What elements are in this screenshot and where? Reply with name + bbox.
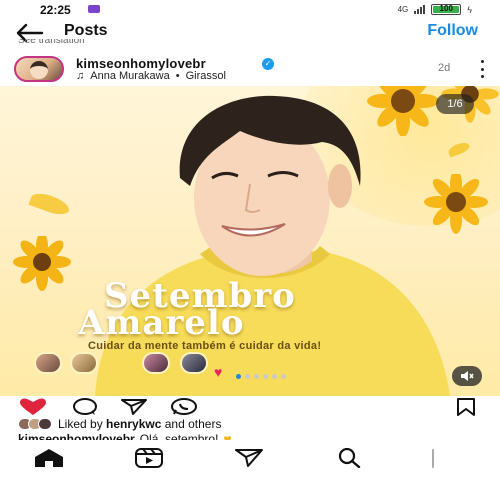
carousel-dot [263,374,268,379]
liker-avatars [18,417,52,431]
music-title: Girassol [185,70,226,82]
likes-summary[interactable]: Liked by henrykwc and others [18,417,221,431]
music-info[interactable]: ♫ Anna Murakawa • Girassol [76,70,226,82]
reels-icon[interactable] [134,448,164,473]
carousel-dot [281,374,286,379]
bolt-icon: ϟ [467,4,472,15]
media-subtitle: Cuidar da mente também é cuidar da vida! [88,340,322,352]
bottom-navigation [0,440,500,480]
likes-prefix: Liked by [58,417,103,431]
more-vertical-icon[interactable] [478,60,486,78]
speaker-muted-icon [461,371,474,381]
messages-send-icon[interactable] [234,448,264,473]
status-indicators: 4G 100 ϟ [398,4,472,15]
carousel-dot [254,374,259,379]
battery-icon: 100 [431,4,462,15]
headline-line-2: Amarelo [78,303,245,343]
mute-button[interactable] [452,366,482,386]
carousel-counter: 1/6 [436,94,474,114]
heart-sticker-icon: ♥ [214,364,223,380]
see-translation-link[interactable]: See translation [18,39,85,47]
tag-avatar[interactable] [34,352,62,374]
search-icon[interactable] [334,447,364,473]
post-header: kimseonhomylovebr ✓ ♫ Anna Murakawa • Gi… [0,54,500,86]
carousel-dot-active [236,374,241,379]
carousel-dot [245,374,250,379]
tag-avatar[interactable] [180,352,208,374]
tag-avatar[interactable] [70,352,98,374]
bookmark-icon[interactable] [454,398,478,421]
music-separator: • [175,70,180,82]
home-icon[interactable] [32,448,66,473]
network-type: 4G [397,5,409,14]
music-note-icon: ♫ [76,70,85,82]
app-notification-icon [88,5,100,13]
post-media[interactable]: 1/6 Setembro Amarelo Cuidar da mente tam… [0,86,500,396]
post-age: 2d [438,62,451,74]
verified-badge-icon: ✓ [262,58,274,70]
carousel-dots [236,374,286,379]
signal-icon [414,5,426,14]
carousel-dot [272,374,277,379]
likes-user[interactable]: henrykwc [106,417,161,431]
tag-avatar[interactable] [142,352,170,374]
follow-button[interactable]: Follow [427,22,478,40]
battery-level: 100 [439,4,453,13]
likes-suffix: and others [164,417,222,431]
music-artist: Anna Murakawa [90,70,170,82]
post-actions [0,396,500,416]
profile-avatar-icon[interactable] [432,449,460,473]
avatar[interactable] [14,56,64,82]
post-username[interactable]: kimseonhomylovebr [76,56,206,71]
status-time: 22:25 [40,3,71,17]
page-title: Posts [64,22,108,39]
status-bar: 22:25 4G 100 ϟ [0,0,500,20]
